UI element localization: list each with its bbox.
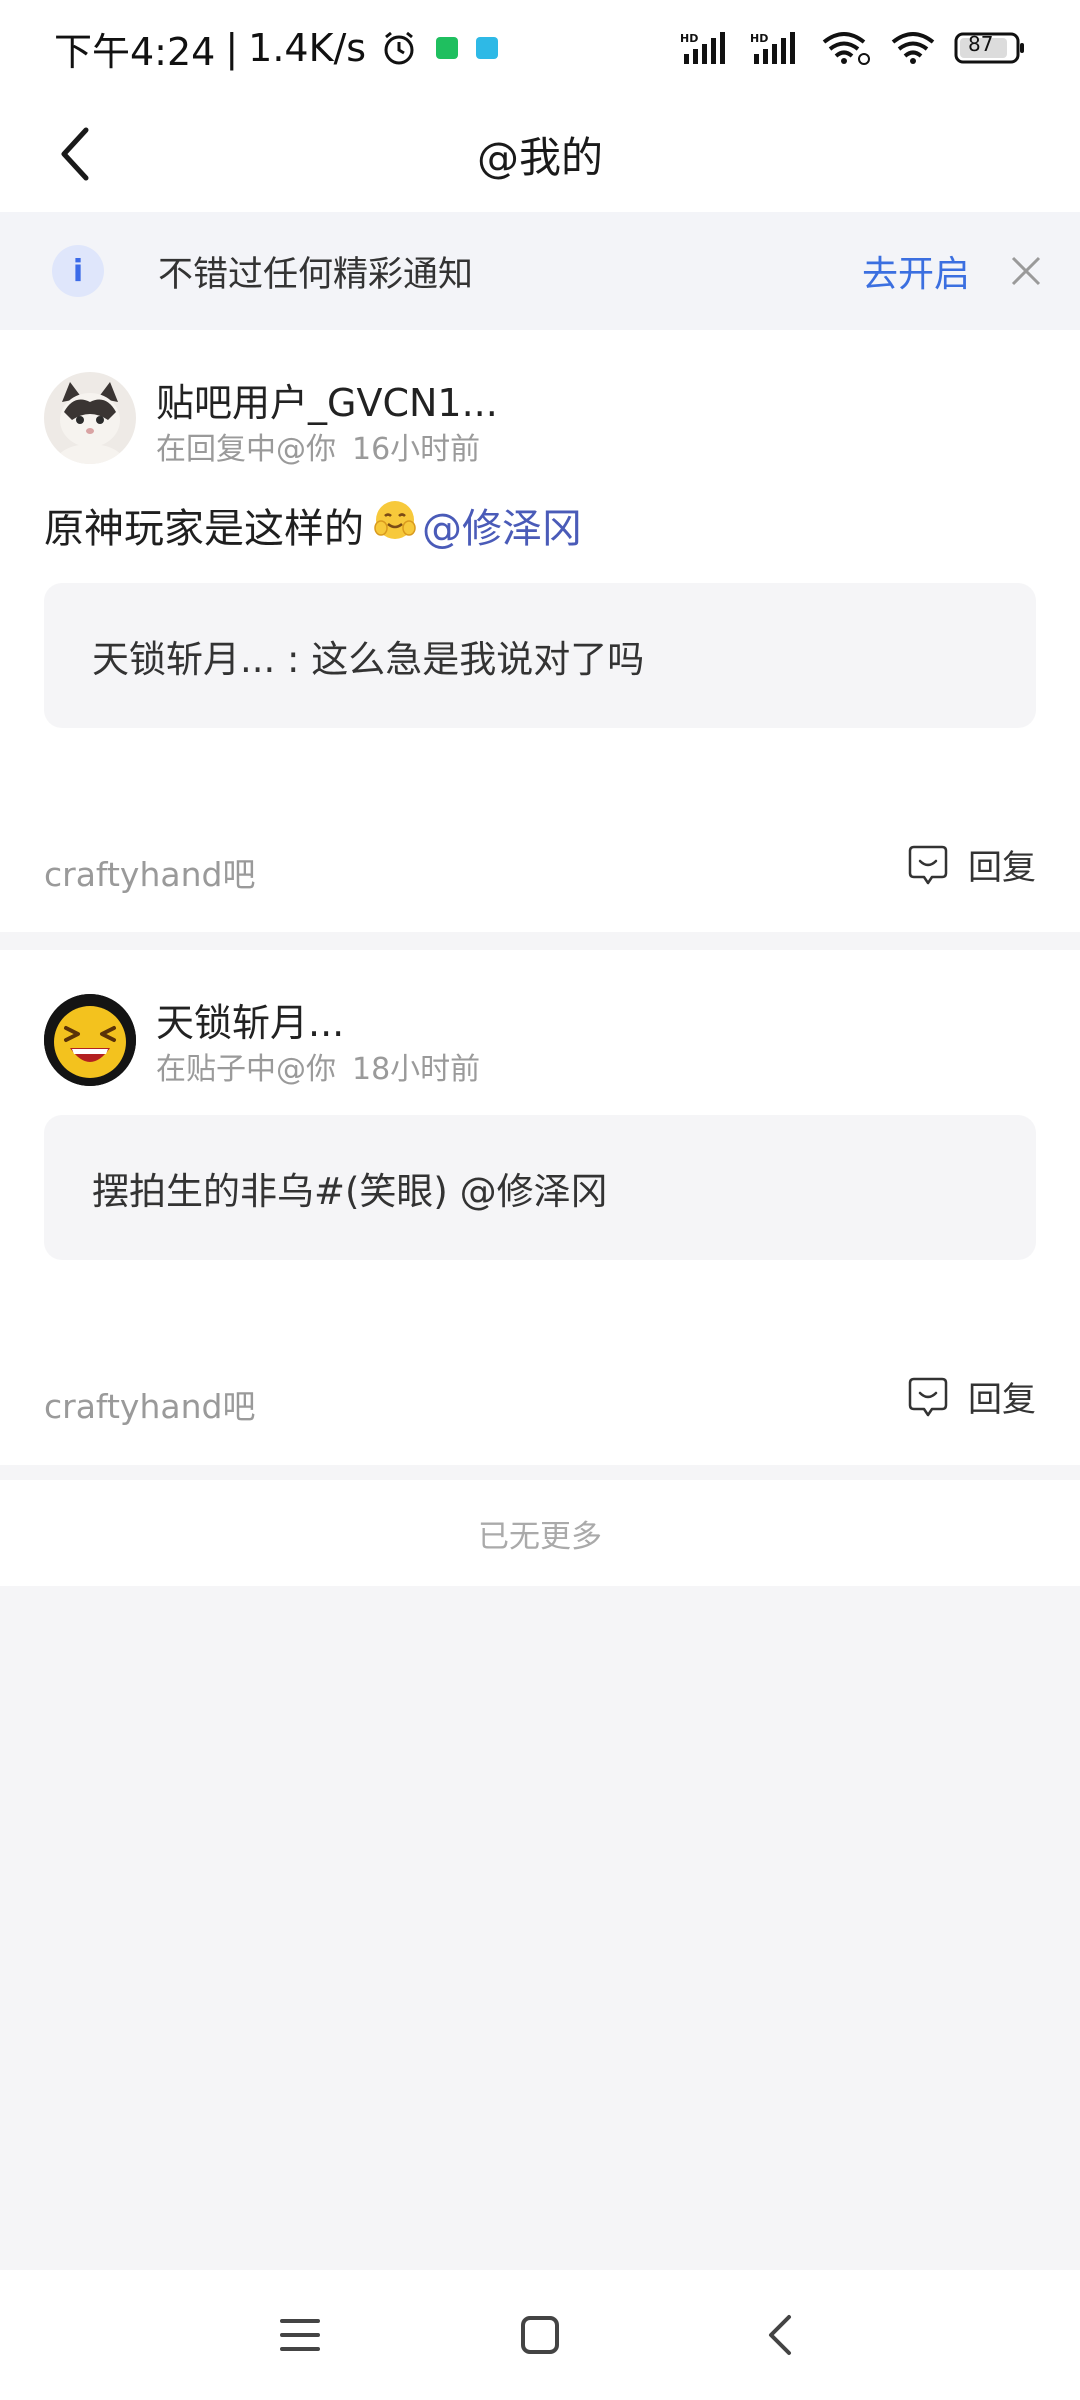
- page-title: @我的: [476, 132, 603, 182]
- back-icon: [769, 2315, 791, 2355]
- home-icon: [521, 2316, 559, 2354]
- signal-hd-2-icon: HD: [750, 30, 802, 66]
- notification-banner: i 不错过任何精彩通知 去开启: [0, 212, 1080, 330]
- cat-avatar-icon: [44, 372, 136, 464]
- mention-meta: 在贴子中@你 18小时前: [156, 1044, 480, 1088]
- signal-hd-1-icon: HD: [680, 30, 732, 66]
- status-divider: |: [225, 26, 239, 70]
- forum-name[interactable]: craftyhand吧: [44, 1380, 255, 1428]
- reply-icon: [908, 845, 948, 884]
- mention-time: 16小时前: [352, 432, 481, 467]
- battery-level: 87: [968, 32, 994, 56]
- network-speed: 1.4K/s: [248, 26, 367, 70]
- info-icon: i: [52, 245, 104, 297]
- home-button[interactable]: [510, 2305, 570, 2365]
- mention-context: 在贴子中@你: [156, 1052, 336, 1087]
- mention-item[interactable]: 天锁斩月... 在贴子中@你 18小时前 摆拍生的非乌#(笑眼) @修泽冈 cra…: [0, 950, 1080, 1465]
- avatar[interactable]: [44, 372, 136, 464]
- chat-app-icon: [476, 37, 499, 59]
- status-left: 下午4:24 | 1.4K/s: [54, 21, 499, 76]
- enable-notifications-link[interactable]: 去开启: [862, 245, 970, 297]
- laughing-emoji-avatar-icon: [44, 994, 136, 1086]
- quoted-reply[interactable]: 天锁斩月... : 这么急是我说对了吗: [44, 583, 1036, 728]
- reply-icon: [908, 1377, 948, 1416]
- reply-button[interactable]: 回复: [906, 840, 1036, 889]
- quoted-text: 摆拍生的非乌#(笑眼) @修泽冈: [92, 1169, 608, 1213]
- status-bar: 下午4:24 | 1.4K/s HD HD 87: [0, 0, 1080, 96]
- close-banner-button[interactable]: [1006, 251, 1046, 291]
- quoted-post[interactable]: 摆拍生的非乌#(笑眼) @修泽冈: [44, 1115, 1036, 1260]
- mention-link[interactable]: @修泽冈: [422, 496, 582, 554]
- reply-button[interactable]: 回复: [906, 1372, 1036, 1421]
- menu-button[interactable]: [270, 2305, 330, 2365]
- system-back-button[interactable]: [750, 2305, 810, 2365]
- wifi-link-icon: [820, 30, 872, 66]
- mention-time: 18小时前: [352, 1052, 481, 1087]
- battery-icon: 87: [954, 30, 1026, 66]
- comment-text: 原神玩家是这样的: [44, 506, 364, 552]
- status-time: 下午4:24: [54, 29, 216, 74]
- emoji-icon: [372, 497, 418, 553]
- system-nav-bar: [0, 2270, 1080, 2400]
- forum-name[interactable]: craftyhand吧: [44, 848, 255, 896]
- close-icon: [1011, 256, 1041, 286]
- mention-item[interactable]: 贴吧用户_GVCN1... 在回复中@你 16小时前 原神玩家是这样的 @修泽冈 …: [0, 330, 1080, 932]
- status-right: HD HD 87: [680, 30, 1026, 66]
- author-name[interactable]: 贴吧用户_GVCN1...: [156, 372, 498, 427]
- comment-content: 原神玩家是这样的 @修泽冈: [44, 496, 582, 554]
- mention-meta: 在回复中@你 16小时前: [156, 424, 480, 468]
- notice-text: 不错过任何精彩通知: [158, 254, 474, 295]
- quoted-text: 天锁斩月... : 这么急是我说对了吗: [92, 637, 645, 681]
- alarm-icon: [380, 29, 418, 67]
- wifi-icon: [890, 30, 936, 66]
- chevron-left-icon: [61, 127, 89, 181]
- end-of-list: 已无更多: [0, 1480, 1080, 1586]
- reply-label: 回复: [968, 1380, 1036, 1420]
- mention-context: 在回复中@你: [156, 432, 336, 467]
- avatar[interactable]: [44, 994, 136, 1086]
- author-name[interactable]: 天锁斩月...: [156, 992, 344, 1047]
- reply-label: 回复: [968, 848, 1036, 888]
- back-button[interactable]: [40, 118, 112, 190]
- svg-text:HD: HD: [680, 32, 698, 45]
- header: @我的: [0, 96, 1080, 212]
- menu-icon: [280, 2319, 320, 2351]
- phone-app-icon: [436, 37, 459, 59]
- svg-text:HD: HD: [750, 32, 768, 45]
